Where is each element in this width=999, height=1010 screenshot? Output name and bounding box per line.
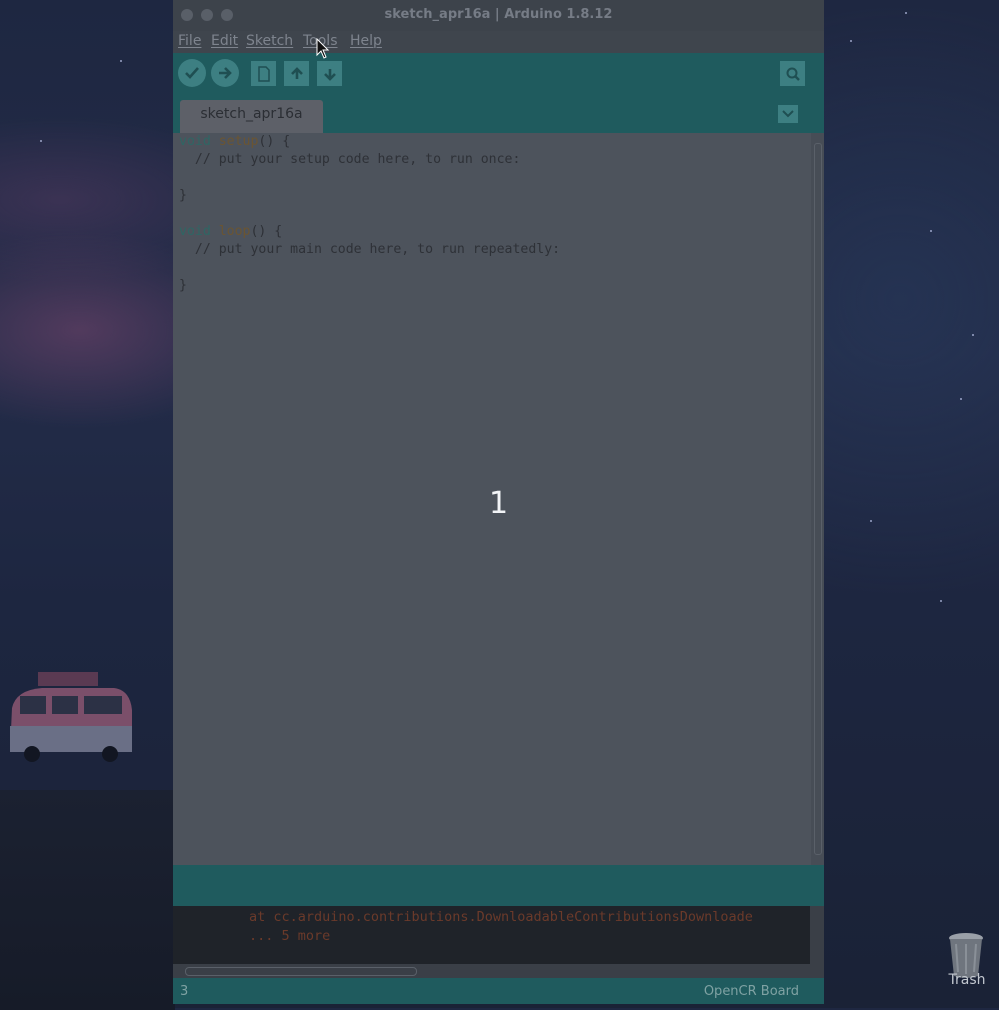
- menu-sketch[interactable]: Sketch: [246, 33, 293, 49]
- code-line: // put your main code here, to run repea…: [179, 242, 561, 257]
- tab-sketch[interactable]: sketch_apr16a: [180, 100, 323, 133]
- window-title: sketch_apr16a | Arduino 1.8.12: [384, 7, 613, 22]
- menu-file[interactable]: File: [178, 33, 201, 49]
- tab-bar: sketch_apr16a: [173, 93, 824, 133]
- line-number: 3: [180, 984, 189, 999]
- code-line: void setup() {: [179, 134, 291, 149]
- toolbar: [173, 53, 824, 93]
- arduino-window: sketch_apr16a | Arduino 1.8.12 File Edit…: [173, 0, 824, 1004]
- serial-monitor-button[interactable]: [780, 61, 805, 86]
- board-name: OpenCR Board: [703, 984, 799, 999]
- status-bar: [173, 865, 824, 906]
- mouse-cursor-icon: [316, 38, 330, 59]
- trash-label: Trash: [948, 972, 986, 988]
- road: [0, 790, 175, 1010]
- open-icon: [290, 66, 303, 79]
- verify-button[interactable]: [178, 59, 206, 87]
- footer-status: 3 OpenCR Board: [173, 978, 824, 1004]
- title-bar: sketch_apr16a | Arduino 1.8.12: [173, 0, 824, 31]
- code-line: }: [179, 278, 187, 293]
- console-line: at cc.arduino.contributions.Downloadable…: [249, 909, 753, 925]
- open-sketch-button[interactable]: [284, 61, 309, 86]
- new-icon: [257, 65, 270, 82]
- upload-icon: [219, 67, 232, 79]
- upload-button[interactable]: [211, 59, 239, 87]
- code-line: }: [179, 188, 187, 203]
- console-output[interactable]: at cc.arduino.contributions.Downloadable…: [173, 906, 810, 964]
- console-line: ... 5 more: [249, 928, 331, 944]
- save-sketch-button[interactable]: [317, 61, 342, 86]
- tab-menu-button[interactable]: [778, 105, 798, 123]
- verify-icon: [185, 67, 199, 79]
- code-line: // put your setup code here, to run once…: [179, 152, 521, 167]
- save-icon: [323, 68, 336, 81]
- tab-menu-icon: [782, 110, 794, 118]
- code-line: void loop() {: [179, 224, 283, 239]
- van-illustration: [10, 672, 132, 762]
- console-vertical-scrollbar[interactable]: [810, 906, 824, 964]
- new-sketch-button[interactable]: [251, 61, 276, 86]
- overlay-step-number: 1: [488, 486, 509, 521]
- console-horizontal-scrollbar[interactable]: [173, 964, 824, 978]
- menu-bar: File Edit Sketch Tools Help: [173, 31, 824, 53]
- menu-edit[interactable]: Edit: [211, 33, 238, 49]
- menu-help[interactable]: Help: [350, 33, 382, 49]
- serial-monitor-icon: [786, 67, 800, 81]
